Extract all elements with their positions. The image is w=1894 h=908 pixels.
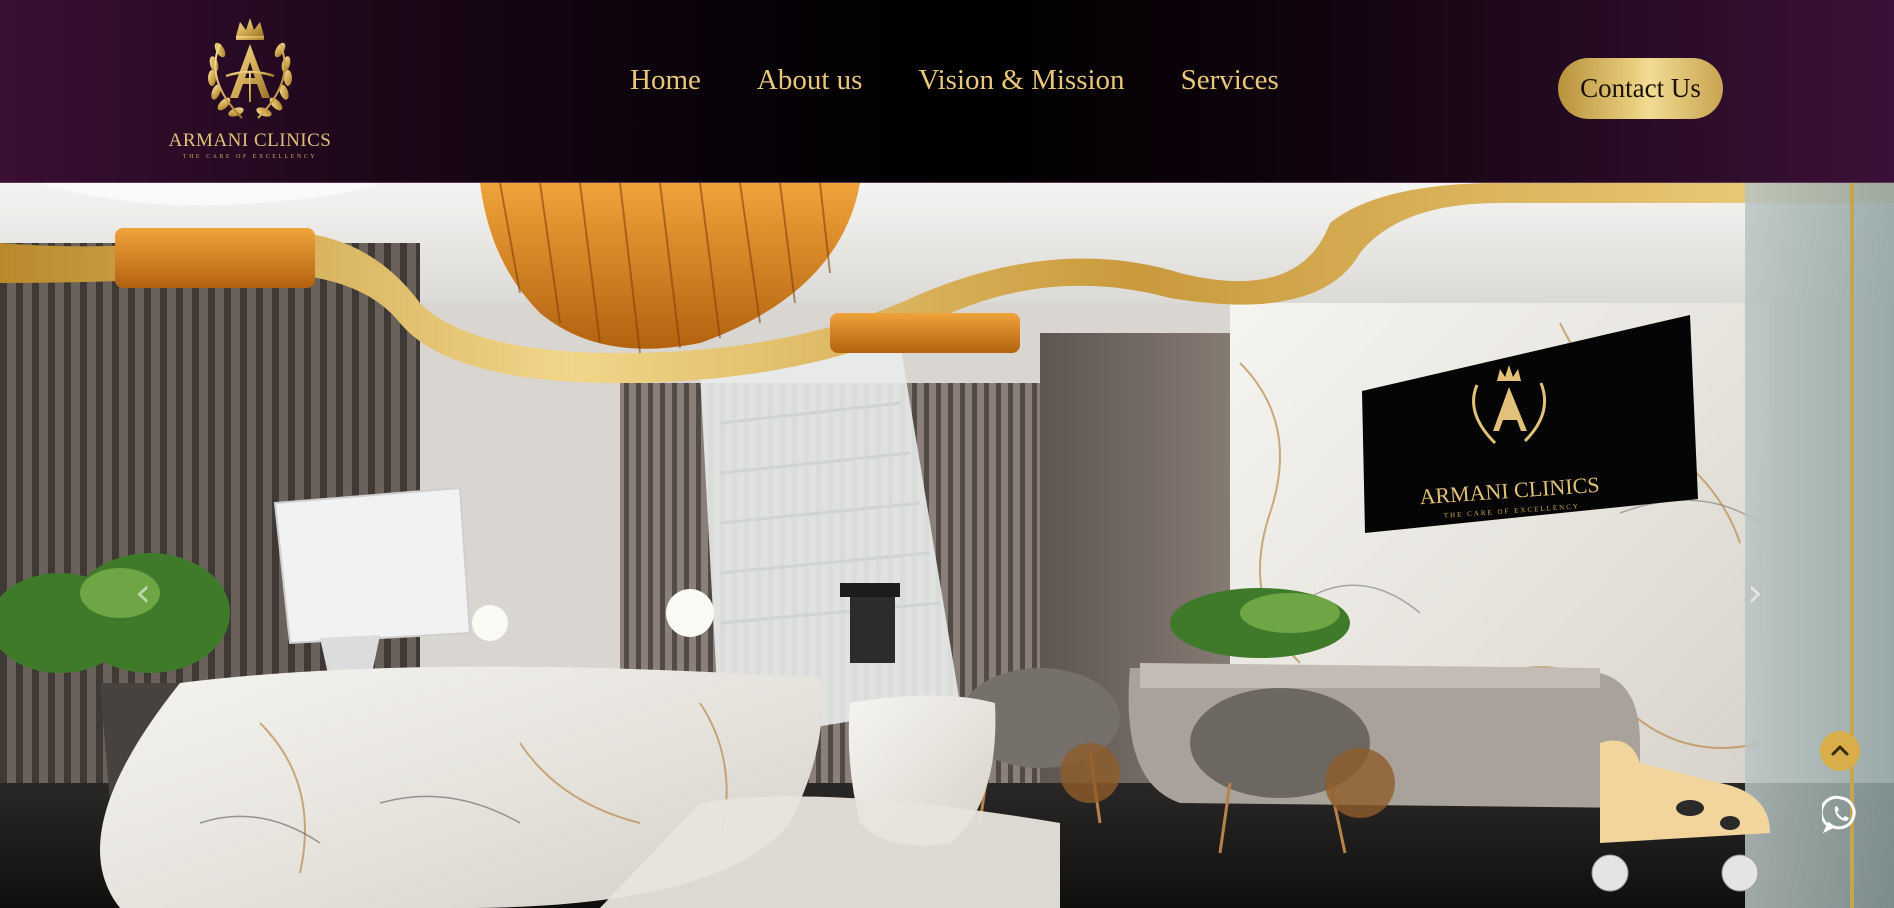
brand-logo[interactable]: ARMANI CLINICS THE CARE OF EXCELLENCY — [168, 14, 332, 164]
nav-vision-mission[interactable]: Vision & Mission — [918, 60, 1124, 100]
nav-about-us[interactable]: About us — [757, 60, 863, 100]
whatsapp-button[interactable] — [1819, 795, 1860, 834]
brand-tagline: THE CARE OF EXCELLENCY — [182, 154, 318, 160]
scroll-to-top-button[interactable] — [1820, 731, 1860, 771]
brand-name: ARMANI CLINICS — [168, 130, 332, 151]
nav-services[interactable]: Services — [1181, 60, 1279, 100]
site-header: ARMANI CLINICS THE CARE OF EXCELLENCY Ho… — [0, 0, 1894, 183]
hero-image: ARMANI CLINICS THE CARE OF EXCELLENCY — [0, 183, 1894, 908]
contact-us-button[interactable]: Contact Us — [1558, 58, 1723, 119]
nav-home[interactable]: Home — [630, 60, 701, 100]
slider-prev-arrow[interactable]: ‹ — [130, 573, 156, 613]
main-nav: Home About us Vision & Mission Services — [630, 60, 1279, 100]
hero-slider: ARMANI CLINICS THE CARE OF EXCELLENCY ‹ … — [0, 183, 1894, 908]
whatsapp-icon — [1819, 795, 1856, 834]
slider-next-arrow[interactable]: › — [1742, 573, 1768, 613]
laurel-crown-emblem-icon — [208, 18, 292, 119]
chevron-up-icon — [1831, 745, 1849, 756]
